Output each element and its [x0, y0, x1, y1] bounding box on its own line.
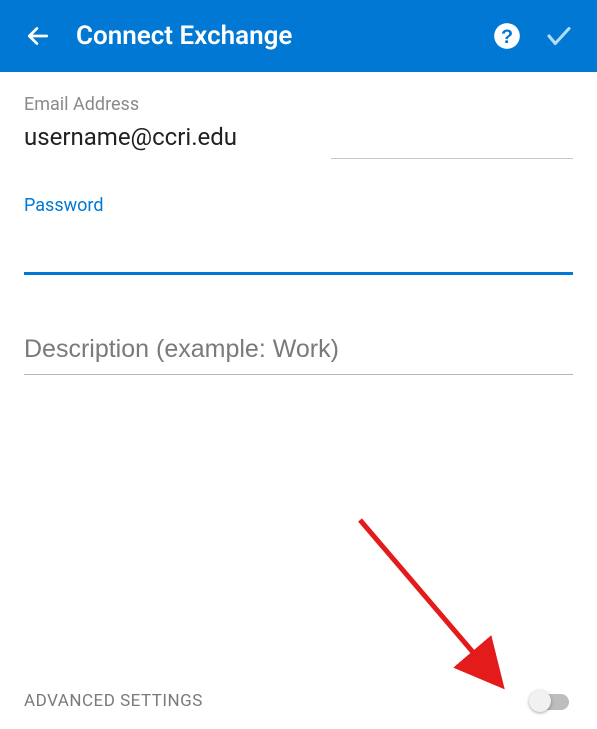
arrow-left-icon	[25, 23, 51, 49]
check-icon	[544, 21, 574, 51]
confirm-button[interactable]	[539, 16, 579, 56]
email-label: Email Address	[24, 94, 573, 115]
advanced-settings-label: ADVANCED SETTINGS	[24, 691, 203, 711]
advanced-settings-toggle[interactable]	[529, 689, 573, 713]
back-button[interactable]	[18, 16, 58, 56]
advanced-settings-row: ADVANCED SETTINGS	[24, 689, 573, 713]
page-title: Connect Exchange	[76, 21, 487, 51]
password-field-group: Password	[24, 195, 573, 275]
help-icon: ?	[493, 22, 521, 50]
toggle-thumb	[529, 690, 551, 712]
email-field-group: Email Address username@ccri.edu	[24, 94, 573, 165]
form-content: Email Address username@ccri.edu Password	[0, 72, 597, 375]
password-label: Password	[24, 195, 573, 216]
password-input[interactable]	[24, 224, 573, 275]
email-input[interactable]: username@ccri.edu	[24, 123, 331, 165]
description-input[interactable]	[24, 331, 573, 375]
help-button[interactable]: ?	[487, 16, 527, 56]
email-underline	[331, 158, 573, 159]
description-field-group	[24, 331, 573, 375]
app-header: Connect Exchange ?	[0, 0, 597, 72]
annotation-arrow	[350, 510, 530, 700]
svg-text:?: ?	[501, 26, 513, 48]
